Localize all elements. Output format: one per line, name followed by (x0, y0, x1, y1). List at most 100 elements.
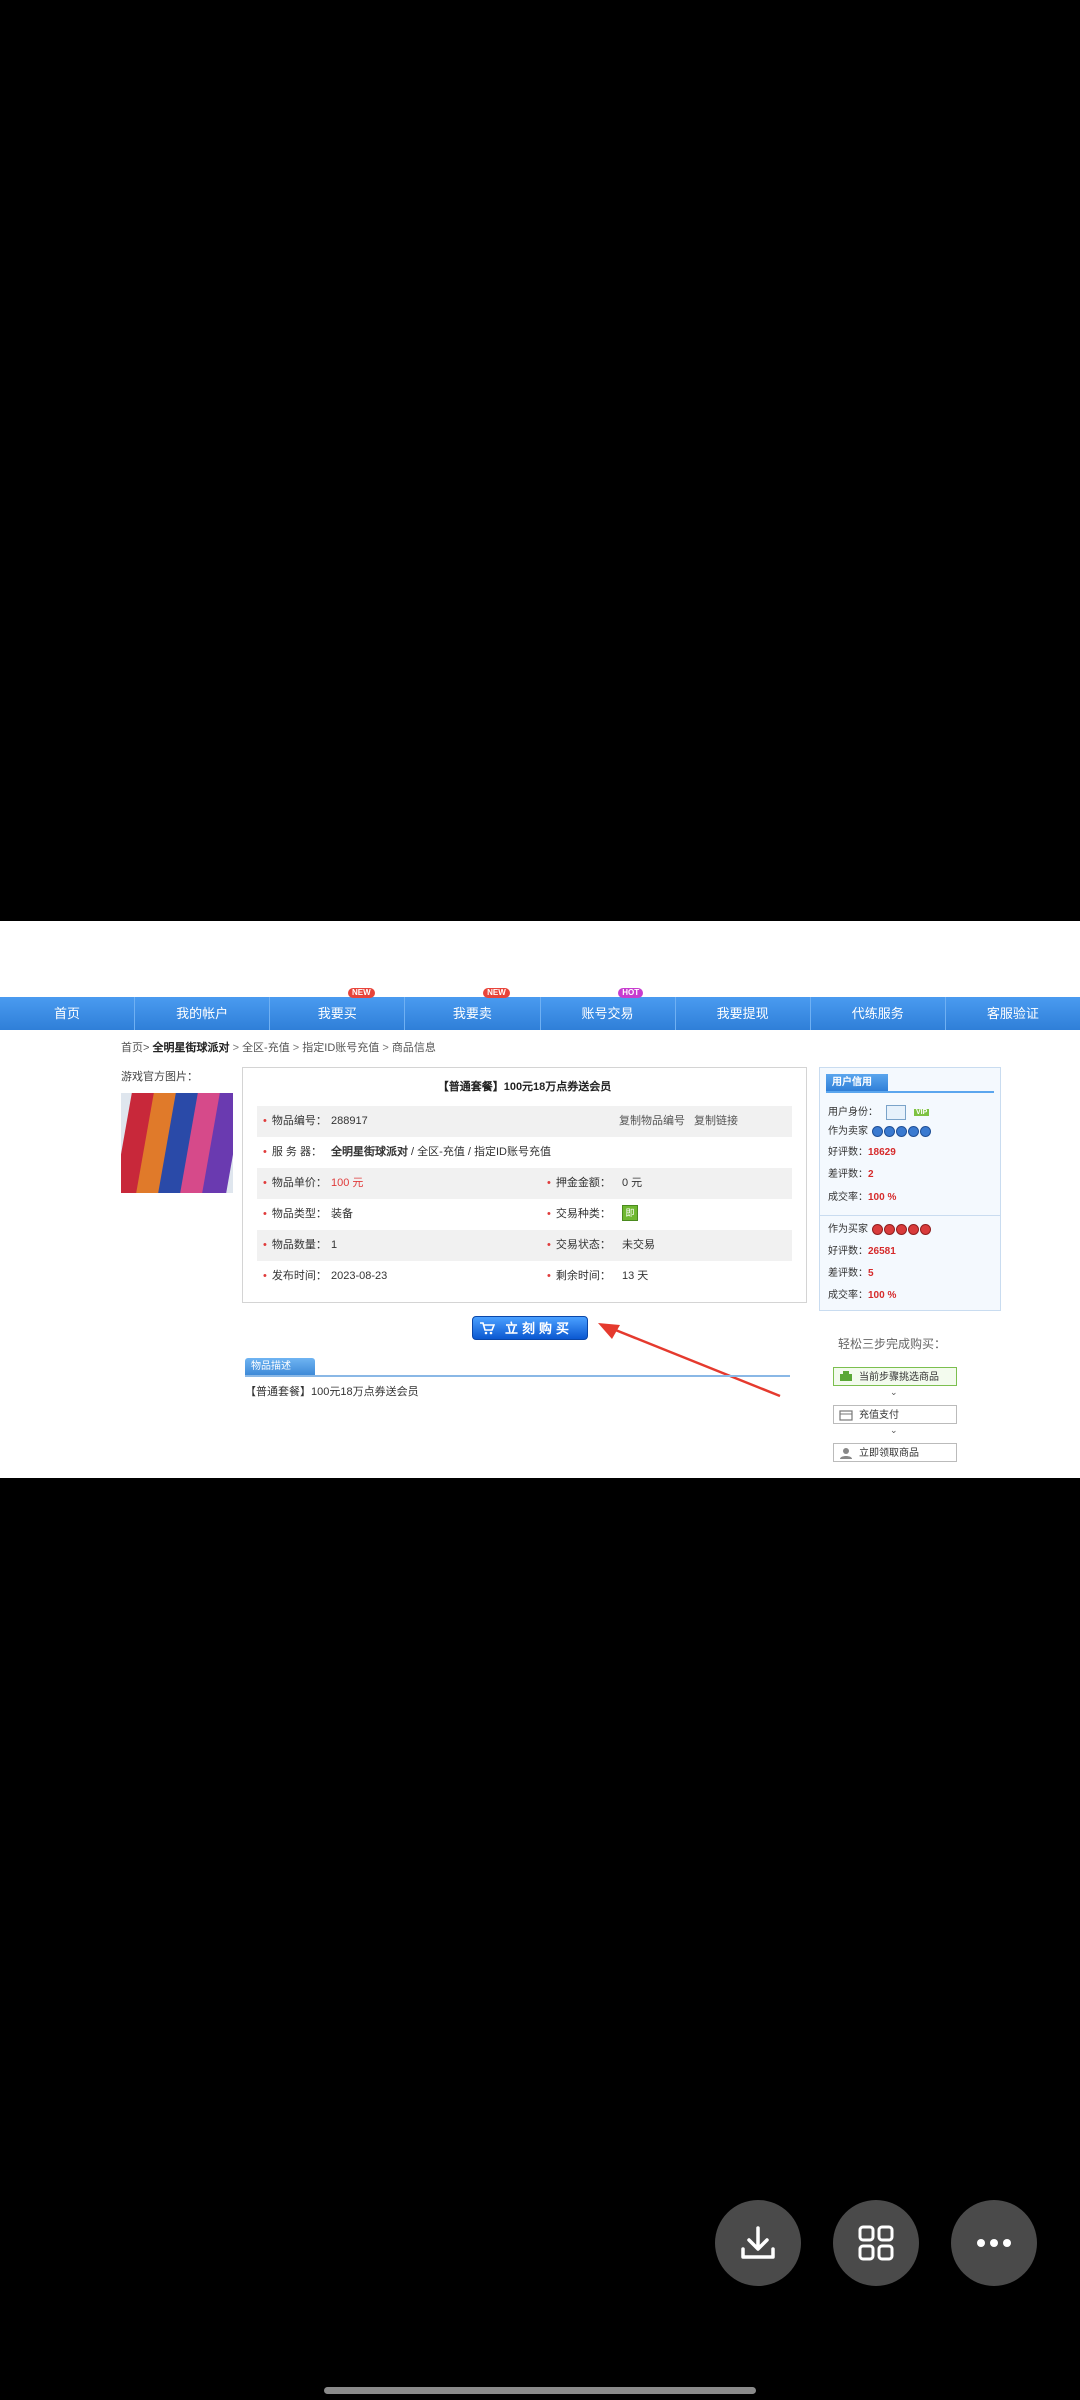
more-button[interactable] (951, 2200, 1037, 2286)
row-server: • 服 务 器： 全明星街球派对 / 全区-充值 / 指定ID账号充值 (257, 1137, 792, 1168)
nav-label: 首页 (54, 1006, 81, 1021)
crumb-category[interactable]: 指定ID账号充值 (302, 1042, 379, 1054)
bullet-icon: • (263, 1146, 267, 1158)
red-arrow-annotation (598, 1323, 781, 1398)
row-publish: • 发布时间： 2023-08-23 • 剩余时间： 13 天 (257, 1261, 792, 1292)
nav-label: 账号交易 (581, 1006, 634, 1021)
crumb-sep: > (292, 1042, 300, 1054)
identity-row: 用户身份： VIP (828, 1103, 930, 1120)
nav-my-account[interactable]: 我的帐户 (135, 997, 271, 1030)
trade-status-value: 未交易 (622, 1239, 655, 1251)
deposit-value: 0 元 (622, 1177, 643, 1189)
label: 物品类型： (271, 1208, 327, 1220)
buyer-bad-row: 差评数：5 (828, 1264, 874, 1279)
nav-account-trade[interactable]: HOT 账号交易 (541, 988, 676, 1030)
publish-value: 2023-08-23 (331, 1270, 388, 1282)
buy-now-label: 立刻购买 (504, 1321, 573, 1336)
blue-seal-icon (895, 1125, 907, 1137)
buyer-good-value: 26581 (868, 1246, 896, 1257)
download-button[interactable] (715, 2200, 801, 2286)
nav-label: 客服验证 (986, 1006, 1039, 1021)
nav-label: 我要买 (317, 1006, 357, 1021)
copy-link[interactable]: 复制链接 (694, 1106, 738, 1137)
cart-icon (480, 1322, 495, 1335)
label: 物品数量： (271, 1239, 327, 1251)
buyer-rate-row: 成交率：100 % (828, 1286, 896, 1301)
credit-section-divider (820, 1215, 1000, 1216)
nav-label: 代练服务 (851, 1006, 904, 1021)
bullet-icon: • (263, 1177, 267, 1189)
label: 交易状态： (555, 1239, 611, 1251)
seller-bad-value: 2 (868, 1169, 874, 1180)
nav-sell[interactable]: NEW 我要卖 (405, 988, 541, 1030)
new-badge: NEW (348, 988, 375, 998)
price-value: 100 元 (331, 1177, 364, 1189)
red-seal-icon (871, 1223, 883, 1235)
seller-rate-value: 100 % (868, 1192, 897, 1203)
nav-home[interactable]: 首页 (0, 997, 136, 1030)
game-official-image (121, 1093, 233, 1193)
label: 发布时间： (271, 1270, 327, 1282)
seller-rate-row: 成交率：100 % (828, 1188, 896, 1203)
buyer-bad-value: 5 (868, 1268, 874, 1279)
server-rest: / 全区-充值 / 指定ID账号充值 (408, 1146, 551, 1158)
bullet-icon: • (547, 1208, 551, 1220)
blue-seal-icon (907, 1125, 919, 1137)
label: 差评数： (828, 1169, 868, 1180)
row-type: • 物品类型： 装备 • 交易种类： 即 (257, 1199, 792, 1230)
seller-good-value: 18629 (868, 1147, 896, 1158)
chevron-down-icon: ⌄ (890, 1425, 898, 1435)
nav-withdraw[interactable]: 我要提现 (676, 997, 811, 1030)
row-qty: • 物品数量： 1 • 交易状态： 未交易 (257, 1230, 792, 1261)
label: 差评数： (828, 1268, 868, 1279)
crumb-sep: > (382, 1042, 389, 1054)
blue-seal-icon (871, 1125, 883, 1137)
label: 作为买家 (828, 1224, 868, 1235)
game-pic-label: 游戏官方图片： (121, 1071, 198, 1083)
nav-boosting[interactable]: 代练服务 (811, 997, 946, 1030)
vip-badge: VIP (914, 1108, 930, 1116)
nav-buy[interactable]: NEW 我要买 (270, 988, 406, 1030)
new-badge: NEW (483, 988, 510, 998)
crumb-region[interactable]: 全区-充值 (242, 1042, 290, 1054)
label: 好评数： (828, 1246, 868, 1257)
user-icon (840, 1448, 852, 1459)
buy-now-button[interactable]: 立刻购买 (472, 1316, 588, 1340)
row-item-no: • 物品编号： 288917 复制物品编号 复制链接 (257, 1106, 792, 1137)
label: 好评数： (828, 1147, 868, 1158)
seller-row: 作为卖家 (828, 1122, 931, 1137)
more-dots-icon (977, 2239, 1011, 2247)
blue-seal-icon (919, 1125, 931, 1137)
crumb-game[interactable]: 全明星街球派对 (153, 1042, 230, 1054)
description-tab[interactable]: 物品描述 (245, 1358, 315, 1375)
credit-divider (826, 1091, 994, 1093)
label: 押金金额： (555, 1177, 611, 1189)
home-indicator[interactable] (324, 2387, 756, 2394)
red-seal-icon (883, 1223, 895, 1235)
step-select-item: 当前步骤挑选商品 (833, 1367, 957, 1386)
step-label: 立即领取商品 (859, 1448, 919, 1459)
blue-seal-icon (883, 1125, 895, 1137)
bullet-icon: • (547, 1270, 551, 1282)
bullet-icon: • (263, 1239, 267, 1251)
buyer-rate-value: 100 % (868, 1290, 897, 1301)
description-divider (245, 1375, 790, 1377)
red-seal-icon (907, 1223, 919, 1235)
label: 成交率： (828, 1192, 868, 1203)
copy-item-no-link[interactable]: 复制物品编号 (619, 1106, 685, 1137)
server-game[interactable]: 全明星街球派对 (331, 1146, 408, 1158)
bullet-icon: • (263, 1270, 267, 1282)
buyer-row: 作为买家 (828, 1220, 931, 1235)
red-seal-icon (895, 1223, 907, 1235)
breadcrumb: 首页> 全明星街球派对 > 全区-充值 > 指定ID账号充值 > 商品信息 (121, 1039, 436, 1055)
nav-label: 我要卖 (452, 1006, 492, 1021)
id-verified-icon (886, 1104, 906, 1120)
crumb-home[interactable]: 首页> (121, 1042, 149, 1054)
grid-button[interactable] (833, 2200, 919, 2286)
step-label: 当前步骤挑选商品 (859, 1372, 939, 1383)
nav-support-verify[interactable]: 客服验证 (946, 997, 1080, 1030)
nav-label: 我的帐户 (176, 1006, 229, 1021)
bullet-icon: • (547, 1239, 551, 1251)
credit-title: 用户信用 (826, 1074, 888, 1091)
chevron-down-icon: ⌄ (890, 1387, 898, 1397)
